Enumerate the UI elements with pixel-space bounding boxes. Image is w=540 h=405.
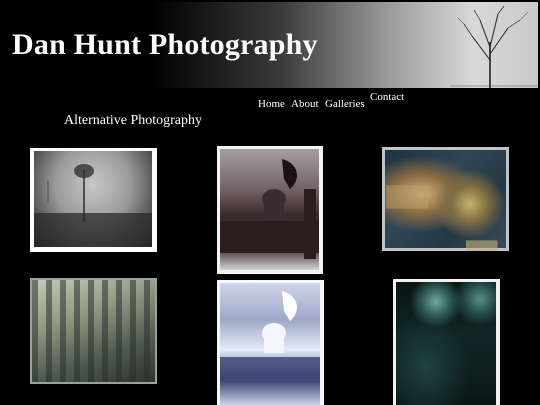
thumbnail-image <box>385 150 506 251</box>
thumbnail-image <box>220 283 320 405</box>
gallery-thumbnail-night-street[interactable] <box>393 279 500 405</box>
site-title[interactable]: Dan Hunt Photography <box>12 28 318 62</box>
tree-silhouette-image <box>450 5 538 88</box>
thumbnail-image <box>32 280 155 382</box>
nav-link-home[interactable]: Home <box>258 98 285 110</box>
page-heading: Alternative Photography <box>64 113 203 128</box>
nav-link-galleries[interactable]: Galleries <box>325 98 365 110</box>
nav-link-about[interactable]: About <box>291 98 319 110</box>
site-header: Dan Hunt Photography <box>2 2 538 88</box>
gallery-thumbnail-building[interactable] <box>30 278 157 384</box>
gallery-thumbnail-rome-dome-inverted[interactable] <box>217 280 324 405</box>
gallery-thumbnail-tree[interactable] <box>30 148 157 252</box>
nav-link-contact[interactable]: Contact <box>370 91 404 103</box>
thumbnail-image <box>396 282 496 405</box>
gallery-thumbnail-rome-dome[interactable] <box>217 146 323 274</box>
main-nav: Home About Galleries Contact <box>0 91 540 113</box>
thumbnail-image <box>34 151 152 247</box>
gallery-thumbnail-sign[interactable] <box>382 147 509 251</box>
thumbnail-image <box>220 149 319 270</box>
